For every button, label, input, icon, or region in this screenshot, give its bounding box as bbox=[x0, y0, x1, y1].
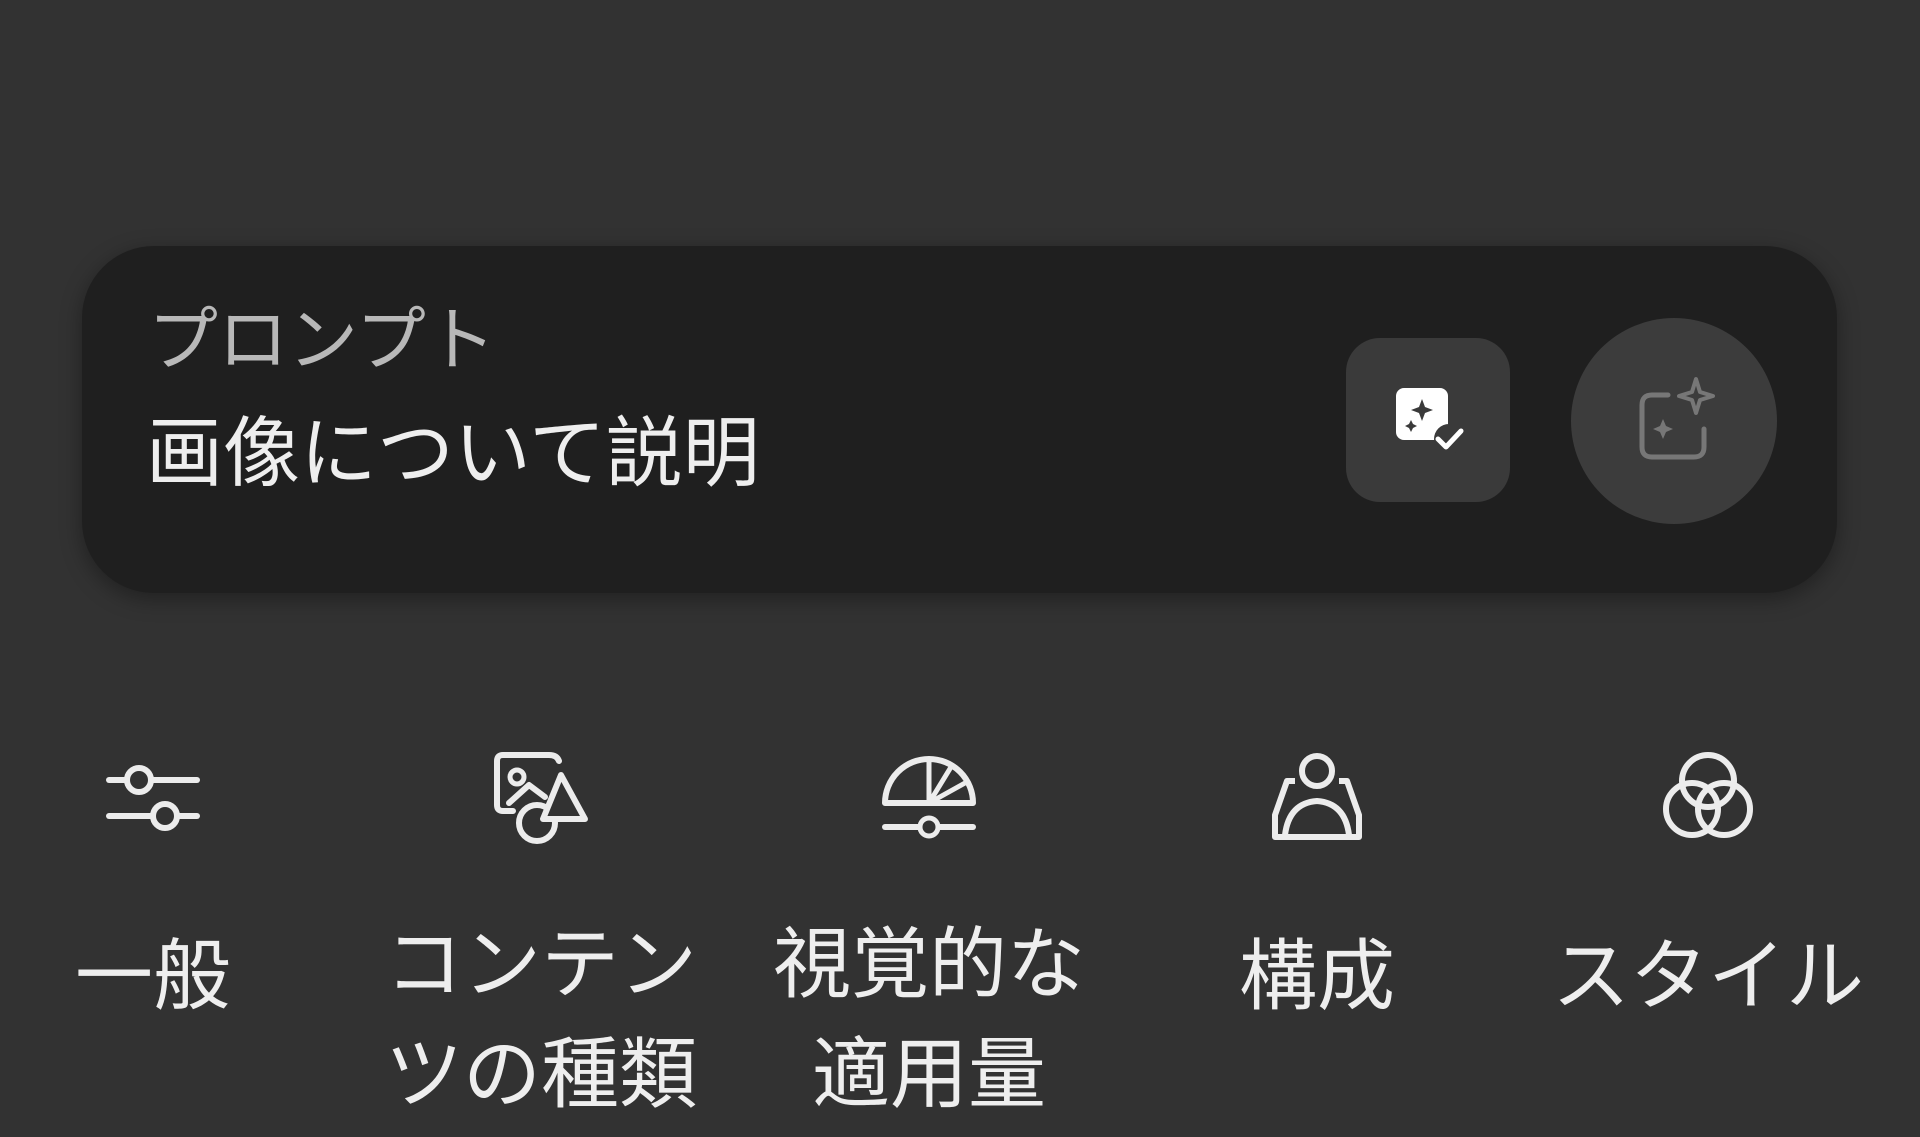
prompt-label: プロンプト bbox=[148, 299, 496, 381]
app-screen: プロンプト 画像について説明 一般 コンテンツの種類 視覚的な適用量 構成 スタ… bbox=[0, 0, 1920, 1137]
tab-general[interactable]: 一般 bbox=[0, 742, 318, 1137]
tab-label: 一般 bbox=[74, 932, 231, 1022]
tab-label: スタイル bbox=[1551, 932, 1864, 1022]
image-sparkle-generate-icon bbox=[1639, 377, 1715, 460]
content-type-icon bbox=[486, 742, 596, 852]
overlapping-circles-icon bbox=[1653, 742, 1763, 852]
person-frame-icon bbox=[1262, 742, 1372, 852]
tab-composition[interactable]: 構成 bbox=[1152, 742, 1482, 1137]
image-sparkle-check-icon bbox=[1396, 388, 1464, 454]
tab-style[interactable]: スタイル bbox=[1543, 742, 1873, 1137]
prompt-input-text[interactable]: 画像について説明 bbox=[146, 410, 760, 500]
tab-label: 構成 bbox=[1238, 932, 1395, 1022]
sliders-icon bbox=[98, 742, 208, 852]
generate-button[interactable] bbox=[1571, 318, 1777, 524]
tab-label: コンテンツの種類 bbox=[384, 920, 697, 1120]
check-prompt-button[interactable] bbox=[1346, 338, 1510, 502]
tab-visual-intensity[interactable]: 視覚的な適用量 bbox=[764, 742, 1094, 1137]
tab-label: 視覚的な適用量 bbox=[772, 920, 1085, 1120]
gauge-icon bbox=[874, 742, 984, 852]
tab-content-type[interactable]: コンテンツの種類 bbox=[376, 742, 706, 1137]
